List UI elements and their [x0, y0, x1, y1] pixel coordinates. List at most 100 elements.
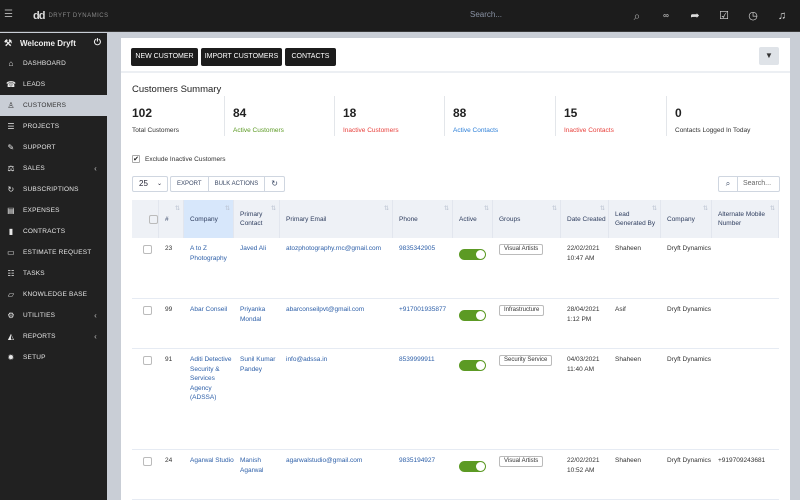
sidebar-item-reports[interactable]: ◭ REPORTS ‹ [0, 326, 107, 347]
column-header[interactable]: Alternate Mobile Number ⇅ [712, 200, 779, 238]
bell-icon[interactable]: ♫ [776, 8, 788, 24]
row-checkbox[interactable] [143, 356, 152, 365]
search-icon[interactable]: ⌕ [631, 8, 643, 24]
company-link[interactable]: Agarwal Studio [184, 450, 234, 499]
primary-contact-link[interactable]: Priyanka Mondal [234, 299, 280, 348]
row-checkbox[interactable] [143, 306, 152, 315]
sort-icon: ⇅ [224, 206, 230, 212]
row-checkbox[interactable] [143, 245, 152, 254]
top-navbar: ☰ dd DRYFT DYNAMICS Search... ⌕ ∞ ➦ ☑ ◷ … [0, 0, 800, 32]
import-customers-button[interactable]: IMPORT CUSTOMERS [201, 48, 282, 66]
clock-icon[interactable]: ◷ [747, 8, 759, 24]
stat-label: Total Customers [132, 127, 179, 134]
column-header[interactable]: Primary Email ⇅ [280, 200, 393, 238]
sidebar-item-sales[interactable]: ⚖ SALES ‹ [0, 158, 107, 179]
primary-contact-link[interactable]: Sunil Kumar Pandey [234, 349, 280, 449]
checkbox-icon[interactable]: ☑ [718, 8, 730, 24]
summary-stat: 88 Active Contacts [444, 96, 544, 136]
exclude-inactive-label: Exclude Inactive Customers [145, 155, 226, 163]
primary-contact-link[interactable]: Manish Agarwal [234, 450, 280, 499]
sidebar-item-estimate-request[interactable]: ▭ ESTIMATE REQUEST [0, 242, 107, 263]
sidebar-item-dashboard[interactable]: ⌂ DASHBOARD [0, 53, 107, 74]
sidebar-item-leads[interactable]: ☎ LEADS [0, 74, 107, 95]
exclude-inactive-checkbox[interactable]: ✔ [132, 155, 140, 163]
table-row[interactable]: 91 Aditi Detective Security & Services A… [132, 349, 779, 450]
refresh-button[interactable]: ↻ [265, 176, 285, 192]
sidebar-item-projects[interactable]: ☰ PROJECTS [0, 116, 107, 137]
chevron-left-icon: ‹ [94, 332, 97, 341]
phone-link[interactable]: 9835194927 [393, 450, 453, 499]
cogs-icon: ⚙ [7, 311, 15, 320]
column-header[interactable]: Active ⇅ [453, 200, 493, 238]
sort-icon: ⇅ [270, 206, 276, 212]
sidebar-item-label: KNOWLEDGE BASE [23, 291, 88, 298]
column-header[interactable]: Company ⇅ [661, 200, 712, 238]
column-header[interactable]: Company ⇅ [184, 200, 234, 238]
sidebar-item-setup[interactable]: ✹ SETUP [0, 347, 107, 368]
menu-toggle-icon[interactable]: ☰ [4, 9, 14, 21]
sidebar-item-knowledge-base[interactable]: ▱ KNOWLEDGE BASE [0, 284, 107, 305]
phone-link[interactable]: 8539999911 [393, 349, 453, 449]
active-toggle[interactable] [459, 310, 486, 321]
sidebar-item-customers[interactable]: ♙ CUSTOMERS [0, 95, 107, 116]
email-link[interactable]: atozphotography.rnc@gmail.com [280, 238, 393, 298]
active-toggle[interactable] [459, 249, 486, 260]
email-link[interactable]: agarwalstudio@gmail.com [280, 450, 393, 499]
table-row[interactable]: 24 Agarwal Studio Manish Agarwal agarwal… [132, 450, 779, 500]
infinity-icon[interactable]: ∞ [660, 8, 672, 24]
sidebar-item-contracts[interactable]: ▮ CONTRACTS [0, 221, 107, 242]
sidebar-item-label: SALES [23, 165, 45, 172]
sidebar-item-tasks[interactable]: ☷ TASKS [0, 263, 107, 284]
page-scrollbar[interactable] [790, 33, 800, 500]
table-row[interactable]: 23 A to Z Photography Javed Ali atozphot… [132, 238, 779, 299]
select-all-checkbox[interactable] [149, 214, 158, 224]
phone-link[interactable]: 9835342905 [393, 238, 453, 298]
date-created: 28/04/2021 [567, 306, 600, 313]
email-link[interactable]: info@adssa.in [280, 349, 393, 449]
global-search-input[interactable]: Search... [470, 10, 502, 19]
column-header[interactable]: Primary Contact ⇅ [234, 200, 280, 238]
select-all-header[interactable] [132, 200, 159, 238]
summary-stat: 15 Inactive Contacts [555, 96, 655, 136]
logout-icon[interactable]: ⏻ [94, 37, 101, 48]
row-checkbox[interactable] [143, 457, 152, 466]
table-row[interactable]: 99 Abar Conseil Priyanka Mondal abarcons… [132, 299, 779, 349]
export-button[interactable]: EXPORT [170, 176, 209, 192]
filter-button[interactable]: ▼ [759, 47, 779, 65]
new-customer-button[interactable]: NEW CUSTOMER [131, 48, 198, 66]
column-header[interactable]: Date Created ⇅ [561, 200, 609, 238]
sidebar-item-expenses[interactable]: ▤ EXPENSES [0, 200, 107, 221]
column-header[interactable]: Lead Generated By ⇅ [609, 200, 661, 238]
company-link[interactable]: Abar Conseil [184, 299, 234, 348]
column-header[interactable]: Groups ⇅ [493, 200, 561, 238]
bulk-actions-button[interactable]: BULK ACTIONS [208, 176, 266, 192]
sidebar-item-utilities[interactable]: ⚙ UTILITIES ‹ [0, 305, 107, 326]
row-select-cell [132, 349, 159, 449]
exclude-inactive-toggle[interactable]: ✔ Exclude Inactive Customers [132, 155, 226, 163]
search-icon[interactable]: ⌕ [718, 176, 738, 192]
logo[interactable]: dd DRYFT DYNAMICS [33, 9, 109, 23]
sort-icon: ⇅ [174, 206, 180, 212]
groups-cell: Infrastructure [493, 299, 561, 348]
customer-id: 91 [165, 356, 173, 363]
company-link[interactable]: A to Z Photography [184, 238, 234, 298]
home-icon: ⌂ [8, 59, 14, 68]
contacts-button[interactable]: CONTACTS [285, 48, 336, 66]
company-link[interactable]: Aditi Detective Security & Services Agen… [184, 349, 234, 449]
table-search-input[interactable]: Search... [738, 176, 780, 192]
company-name: Dryft Dynamics [667, 457, 712, 464]
column-header-label: Primary Email [286, 215, 327, 223]
page-size-select[interactable]: 25 ⌄ [132, 176, 168, 192]
sidebar-item-support[interactable]: ✎ SUPPORT [0, 137, 107, 158]
email-link[interactable]: abarconseilpvt@gmail.com [280, 299, 393, 348]
active-toggle[interactable] [459, 360, 486, 371]
sidebar-item-subscriptions[interactable]: ↻ SUBSCRIPTIONS [0, 179, 107, 200]
column-header-label: Company [667, 215, 695, 223]
column-header[interactable]: Phone ⇅ [393, 200, 453, 238]
primary-contact-link[interactable]: Javed Ali [234, 238, 280, 298]
phone-link[interactable]: +917001935877 [393, 299, 453, 348]
column-header[interactable]: # ⇅ [159, 200, 184, 238]
active-toggle[interactable] [459, 461, 486, 472]
share-icon[interactable]: ➦ [689, 8, 701, 24]
stat-label: Contacts Logged In Today [675, 127, 751, 134]
